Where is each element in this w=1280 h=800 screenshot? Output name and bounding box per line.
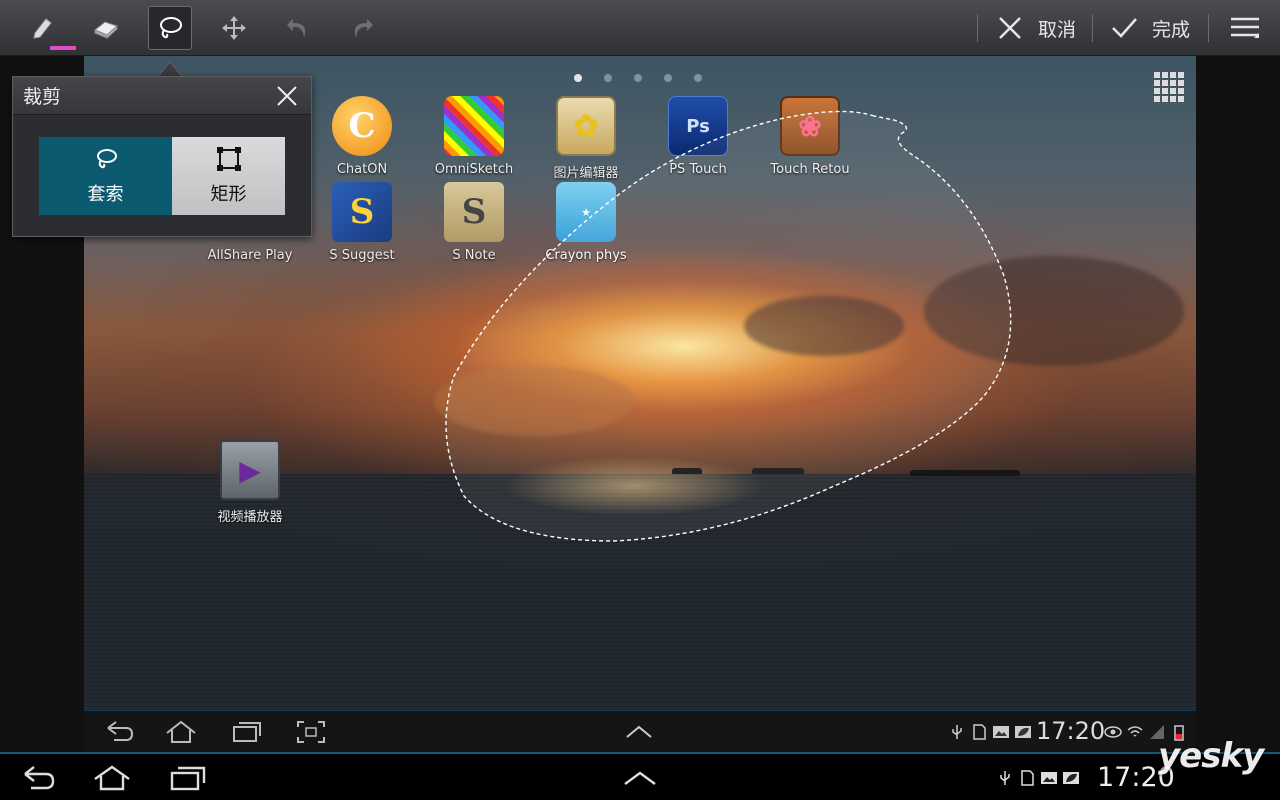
pen-icon [33,18,52,39]
wifi-icon [1127,726,1143,737]
usb-icon [1000,771,1010,785]
back-icon[interactable] [102,719,136,745]
undo-tool[interactable] [276,6,320,50]
gallery-icon [1041,772,1057,784]
screen-capture-icon[interactable] [294,719,328,745]
redo-icon [354,19,373,38]
lasso-icon [160,17,182,39]
crop-popup-title: 裁剪 [23,86,62,108]
s-pen-toolbar: 取消 完成 [0,0,1280,56]
move-icon [222,16,246,40]
lasso-icon [96,149,117,169]
home-icon[interactable] [92,764,132,792]
lasso-tool[interactable] [148,6,192,50]
gallery-icon [993,726,1009,738]
toolbar-separator [977,14,978,42]
toolbar-separator [1208,14,1209,42]
crop-mode-lasso[interactable]: 套索 [39,137,172,215]
system-navigation-bar: 17:20 [0,752,1280,800]
system-status-icons [996,767,1080,789]
redo-tool[interactable] [340,6,384,50]
pen-color-indicator [50,46,76,50]
crop-mode-label: 套索 [87,184,124,205]
usb-icon [952,725,962,739]
chevron-up-icon[interactable] [622,719,656,745]
done-label: 完成 [1152,18,1191,41]
move-tool[interactable] [212,6,256,50]
inner-navigation-bar: 17:20 [84,710,1196,752]
crop-popup: 裁剪 套索 矩形 [12,76,312,237]
sd-card-icon [973,724,986,740]
close-icon [999,17,1021,39]
undo-icon [287,19,306,38]
cancel-label: 取消 [1038,18,1077,41]
done-button[interactable]: 完成 [1110,10,1190,46]
close-icon[interactable] [275,84,299,108]
menu-icon[interactable] [1228,14,1262,42]
cancel-button[interactable]: 取消 [996,10,1076,46]
recent-apps-icon[interactable] [230,719,264,745]
leaf-icon [1015,726,1031,738]
leaf-icon [1063,772,1079,784]
crop-mode-selector: 套索 矩形 [39,137,285,215]
rectangle-select-icon [216,147,241,171]
eraser-tool[interactable] [84,6,128,50]
watermark-logo: yesky [1158,736,1264,776]
sd-card-icon [1021,770,1034,786]
inner-clock: 17:20 [1036,717,1106,745]
popup-arrow [159,63,181,76]
chevron-up-icon[interactable] [620,764,660,792]
crop-popup-header: 裁剪 [13,77,311,115]
check-icon [1112,18,1137,38]
back-icon[interactable] [18,764,58,792]
crop-mode-rectangle[interactable]: 矩形 [172,137,285,215]
toolbar-separator [1092,14,1093,42]
eraser-icon [94,21,118,40]
crop-mode-label: 矩形 [210,184,247,205]
inner-status-icons [948,721,1032,743]
recent-apps-icon[interactable] [168,764,208,792]
home-icon[interactable] [164,719,198,745]
pen-tool[interactable] [20,6,76,50]
eye-icon [1104,726,1122,738]
